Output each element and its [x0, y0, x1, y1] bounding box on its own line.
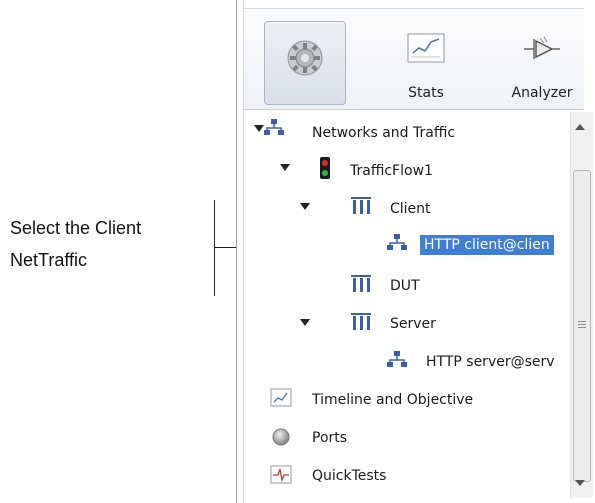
- expand-arrow-icon[interactable]: [280, 164, 290, 171]
- tree-item-ports[interactable]: Ports: [312, 425, 347, 451]
- grip-line: [578, 324, 586, 325]
- scroll-thumb[interactable]: [573, 170, 591, 482]
- toolbar-stats-label: Stats: [408, 85, 444, 101]
- tree-item-quicktests[interactable]: QuickTests: [312, 463, 386, 489]
- tree-item-timeline[interactable]: Timeline and Objective: [312, 387, 473, 413]
- scroll-down-arrow-icon[interactable]: [575, 480, 585, 486]
- traffic-light-icon: [320, 157, 330, 179]
- callout-line-1: Select the Client: [10, 218, 142, 238]
- callout-bracket: [214, 200, 215, 296]
- tree-item-networks-and-traffic[interactable]: Networks and Traffic: [312, 120, 455, 146]
- gear-icon: [287, 40, 323, 76]
- toolbar-analyzer-label: Analyzer: [511, 85, 573, 101]
- analyzer-icon: [524, 36, 560, 59]
- timeline-icon: [270, 388, 292, 407]
- quicktests-icon: [270, 465, 292, 484]
- network-traffic-icon: [387, 351, 407, 367]
- vertical-scrollbar[interactable]: [570, 112, 593, 498]
- tree-item-dut[interactable]: DUT: [390, 273, 420, 299]
- ports-icon: [272, 428, 290, 446]
- toolbar-stats-button[interactable]: Stats: [386, 21, 466, 105]
- tree-view: Networks and Traffic TrafficFlow1 Client…: [244, 112, 568, 503]
- callout-line-2: NetTraffic: [10, 250, 88, 270]
- toolbar-analyzer-button[interactable]: Analyzer: [502, 21, 582, 105]
- scroll-up-arrow-icon[interactable]: [575, 124, 585, 130]
- tree-item-http-client-label: HTTP client@clien: [420, 235, 554, 255]
- stats-chart-icon: [407, 33, 445, 63]
- client-group-icon: [351, 197, 371, 214]
- server-group-icon: [351, 313, 371, 330]
- expand-arrow-icon[interactable]: [300, 319, 310, 326]
- grip-line: [578, 321, 586, 322]
- tree-item-server[interactable]: Server: [390, 311, 436, 337]
- network-traffic-icon: [387, 234, 407, 250]
- expand-arrow-icon[interactable]: [300, 203, 310, 210]
- toolbar-settings-button[interactable]: [264, 21, 346, 105]
- tree-item-http-server[interactable]: HTTP server@serv: [426, 349, 555, 375]
- callout-text: Select the Client NetTraffic: [10, 212, 210, 276]
- dut-group-icon: [351, 275, 371, 292]
- tree-item-client[interactable]: Client: [390, 196, 431, 222]
- tree-item-http-client[interactable]: HTTP client@clien: [420, 233, 554, 257]
- network-icon: [264, 119, 284, 135]
- tree-item-trafficflow1[interactable]: TrafficFlow1: [350, 158, 433, 184]
- grip-line: [578, 327, 586, 328]
- toolbar: Stats Analyzer: [244, 8, 584, 110]
